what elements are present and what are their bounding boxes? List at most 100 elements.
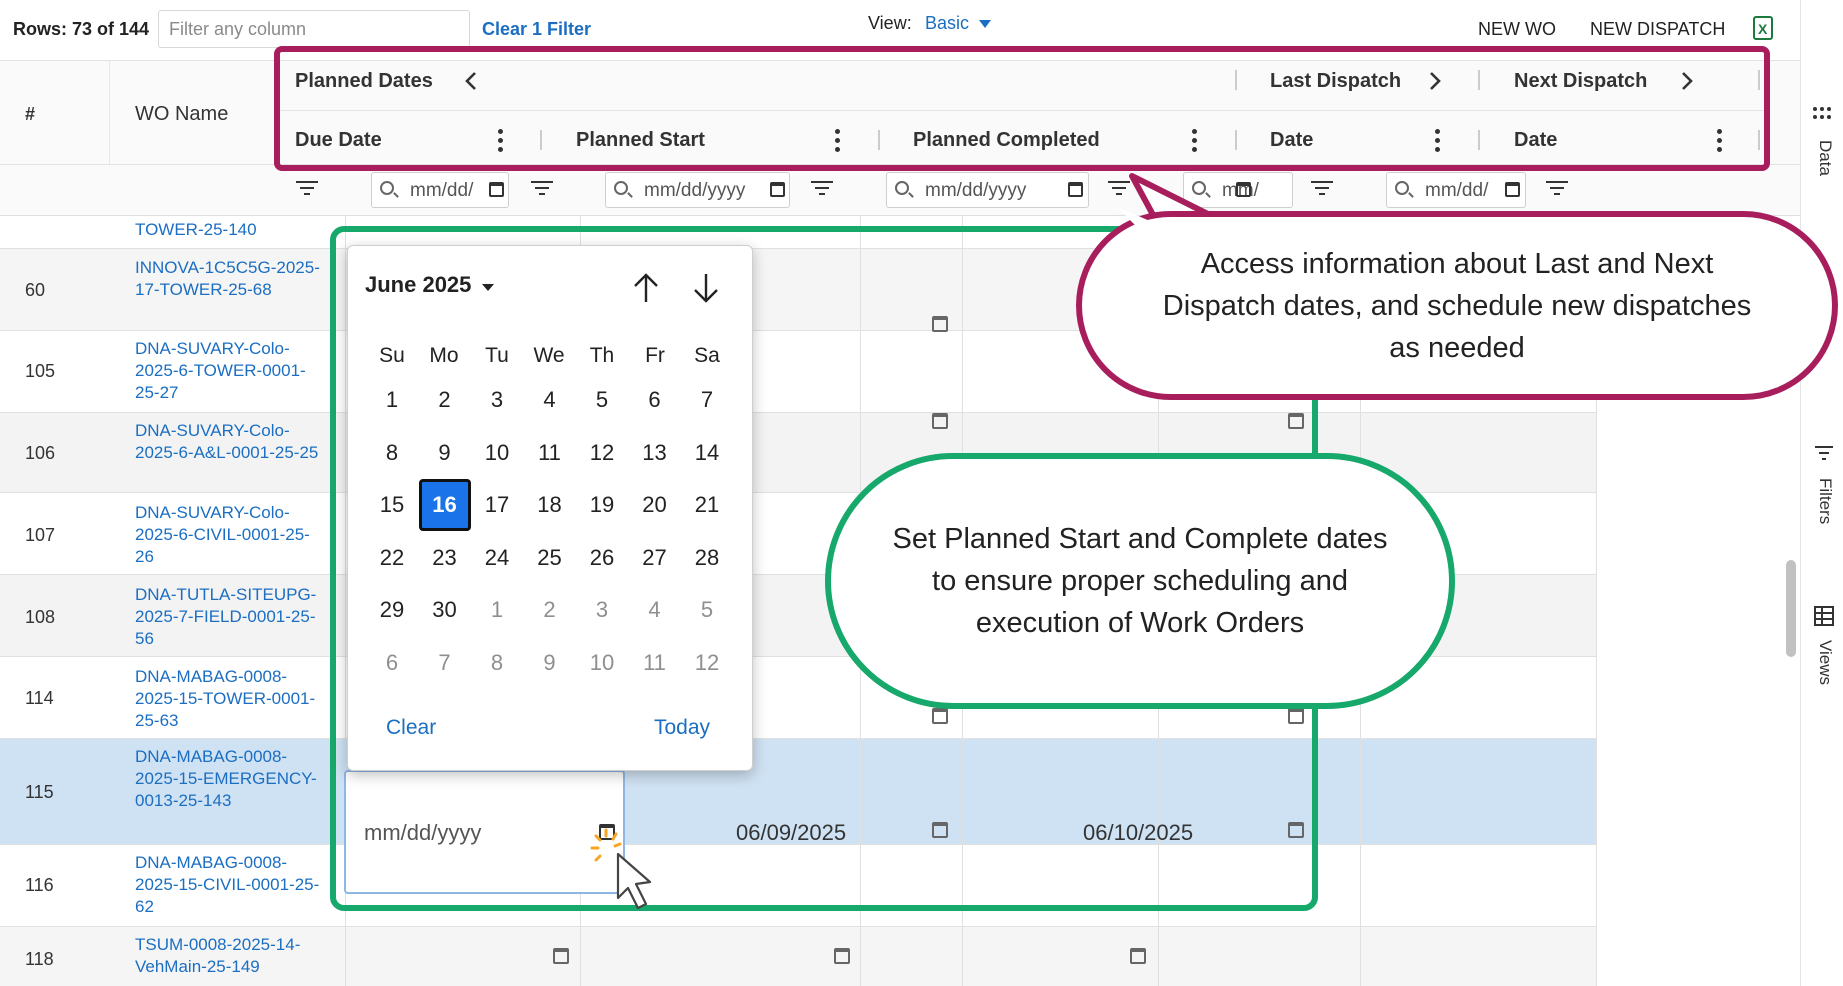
filter-any-column-input[interactable] bbox=[158, 10, 470, 48]
calendar-icon[interactable] bbox=[1068, 182, 1083, 197]
calendar-day[interactable]: 5 bbox=[681, 584, 733, 636]
calendar-day[interactable]: 25 bbox=[524, 532, 576, 584]
row-number: 106 bbox=[25, 443, 56, 463]
filter-icon[interactable] bbox=[296, 181, 318, 197]
calendar-day[interactable]: 7 bbox=[419, 637, 471, 689]
vertical-scrollbar-thumb[interactable] bbox=[1786, 560, 1796, 657]
arrow-down-icon[interactable] bbox=[692, 272, 720, 304]
svg-text:X: X bbox=[1758, 21, 1768, 37]
calendar-day[interactable]: 12 bbox=[576, 427, 628, 479]
calendar-day[interactable]: 21 bbox=[681, 479, 733, 531]
calendar-day[interactable]: 10 bbox=[471, 427, 523, 479]
wo-name-link[interactable]: DNA-SUVARY-Colo-2025-6-TOWER-0001-25-27 bbox=[135, 338, 325, 404]
calendar-day[interactable]: 5 bbox=[576, 374, 628, 426]
calendar-day[interactable]: 22 bbox=[366, 532, 418, 584]
calendar-day[interactable]: 18 bbox=[524, 479, 576, 531]
month-year-selector[interactable]: June 2025 bbox=[365, 272, 494, 298]
wo-name-link[interactable]: DNA-SUVARY-Colo-2025-6-A&L-0001-25-25 bbox=[135, 420, 325, 464]
next-dispatch-date-filter-input[interactable]: mm/dd/ bbox=[1386, 172, 1526, 208]
calendar-day[interactable]: 15 bbox=[366, 479, 418, 531]
view-label: View: bbox=[868, 13, 912, 33]
wo-name-link[interactable]: DNA-MABAG-0008-2025-15-CIVIL-0001-25-62 bbox=[135, 852, 325, 918]
new-wo-button[interactable]: NEW WO bbox=[1478, 19, 1556, 40]
calendar-day[interactable]: 28 bbox=[681, 532, 733, 584]
planned-start-filter-input[interactable]: mm/dd/yyyy bbox=[605, 172, 790, 208]
calendar-icon[interactable] bbox=[1236, 182, 1251, 197]
calendar-day[interactable]: 4 bbox=[524, 374, 576, 426]
wo-name-link[interactable]: DNA-SUVARY-Colo-2025-6-CIVIL-0001-25-26 bbox=[135, 502, 325, 568]
wo-name-link[interactable]: DNA-MABAG-0008-2025-15-TOWER-0001-25-63 bbox=[135, 666, 325, 732]
calendar-day[interactable]: 23 bbox=[419, 532, 471, 584]
row-number: 108 bbox=[25, 607, 56, 627]
clear-date-button[interactable]: Clear bbox=[386, 716, 436, 740]
calendar-day[interactable]: 2 bbox=[524, 584, 576, 636]
calendar-day[interactable]: 2 bbox=[419, 374, 471, 426]
excel-export-icon[interactable]: X bbox=[1752, 16, 1774, 40]
arrow-up-icon[interactable] bbox=[632, 272, 660, 304]
new-dispatch-button[interactable]: NEW DISPATCH bbox=[1590, 19, 1725, 40]
filter-icon[interactable] bbox=[1311, 181, 1333, 197]
filter-icon[interactable] bbox=[531, 181, 553, 197]
calendar-day[interactable]: 17 bbox=[471, 479, 523, 531]
calendar-day[interactable]: 8 bbox=[366, 427, 418, 479]
filter-icon[interactable] bbox=[1814, 444, 1834, 462]
calendar-day[interactable]: 30 bbox=[419, 584, 471, 636]
calendar-day[interactable]: 24 bbox=[471, 532, 523, 584]
weekday-label: We bbox=[533, 344, 565, 367]
weekday-label: Tu bbox=[485, 344, 509, 367]
date-picker-popup: June 2025 Su Mo Tu We Th Fr Sa 123456789… bbox=[347, 245, 753, 771]
calendar-day[interactable]: 27 bbox=[629, 532, 681, 584]
calendar-day[interactable]: 6 bbox=[629, 374, 681, 426]
calendar-day[interactable]: 1 bbox=[366, 374, 418, 426]
calendar-day[interactable]: 29 bbox=[366, 584, 418, 636]
calendar-day[interactable]: 10 bbox=[576, 637, 628, 689]
rail-tab-data[interactable]: Data bbox=[1815, 140, 1835, 176]
wo-name-link[interactable]: TOWER-25-140 bbox=[135, 219, 325, 241]
calendar-icon[interactable] bbox=[834, 948, 850, 964]
drag-handle-icon[interactable] bbox=[1812, 106, 1832, 120]
calendar-day[interactable]: 19 bbox=[576, 479, 628, 531]
calendar-day[interactable]: 14 bbox=[681, 427, 733, 479]
calendar-day[interactable]: 13 bbox=[629, 427, 681, 479]
calendar-day[interactable]: 9 bbox=[524, 637, 576, 689]
views-grid-icon[interactable] bbox=[1814, 606, 1834, 626]
rail-tab-filters[interactable]: Filters bbox=[1815, 478, 1835, 524]
calendar-day[interactable]: 12 bbox=[681, 637, 733, 689]
row-number: 116 bbox=[25, 875, 54, 895]
calendar-day[interactable]: 20 bbox=[629, 479, 681, 531]
view-select[interactable]: Basic bbox=[925, 13, 992, 34]
wo-name-link[interactable]: TSUM-0008-2025-14-VehMain-25-149 bbox=[135, 934, 325, 978]
planned-completed-filter-input[interactable]: mm/dd/yyyy bbox=[886, 172, 1089, 208]
col-header-wo-name[interactable]: WO Name bbox=[135, 103, 228, 126]
wo-name-link[interactable]: DNA-TUTLA-SITEUPG-2025-7-FIELD-0001-25-5… bbox=[135, 584, 325, 650]
calendar-day[interactable]: 11 bbox=[524, 427, 576, 479]
calendar-day[interactable]: 6 bbox=[366, 637, 418, 689]
calendar-day[interactable]: 26 bbox=[576, 532, 628, 584]
calendar-day[interactable]: 1 bbox=[471, 584, 523, 636]
wo-name-link[interactable]: DNA-MABAG-0008-2025-15-EMERGENCY-0013-25… bbox=[135, 746, 325, 812]
calendar-day[interactable]: 7 bbox=[681, 374, 733, 426]
calendar-day[interactable]: 9 bbox=[419, 427, 471, 479]
calendar-icon[interactable] bbox=[1505, 182, 1520, 197]
rail-tab-views[interactable]: Views bbox=[1815, 640, 1835, 685]
calendar-day[interactable]: 3 bbox=[576, 584, 628, 636]
calendar-day[interactable]: 4 bbox=[629, 584, 681, 636]
row-number: 107 bbox=[25, 525, 56, 545]
row-number: 105 bbox=[25, 361, 56, 381]
filter-icon[interactable] bbox=[811, 181, 833, 197]
due-date-filter-input[interactable]: mm/dd/ bbox=[371, 172, 509, 208]
calendar-day[interactable]: 8 bbox=[471, 637, 523, 689]
clear-filter-link[interactable]: Clear 1 Filter bbox=[482, 19, 591, 40]
chevron-down-icon bbox=[979, 20, 992, 28]
calendar-icon[interactable] bbox=[553, 948, 569, 964]
calendar-day[interactable]: 3 bbox=[471, 374, 523, 426]
filter-icon[interactable] bbox=[1546, 181, 1568, 197]
wo-name-link[interactable]: INNOVA-1C5C5G-2025-17-TOWER-25-68 bbox=[135, 257, 325, 301]
row-number: 115 bbox=[25, 782, 54, 802]
calendar-icon[interactable] bbox=[770, 182, 785, 197]
calendar-day[interactable]: 16 bbox=[418, 479, 471, 531]
calendar-icon[interactable] bbox=[1130, 948, 1146, 964]
calendar-icon[interactable] bbox=[489, 182, 504, 197]
today-button[interactable]: Today bbox=[654, 716, 710, 740]
calendar-day[interactable]: 11 bbox=[629, 637, 681, 689]
